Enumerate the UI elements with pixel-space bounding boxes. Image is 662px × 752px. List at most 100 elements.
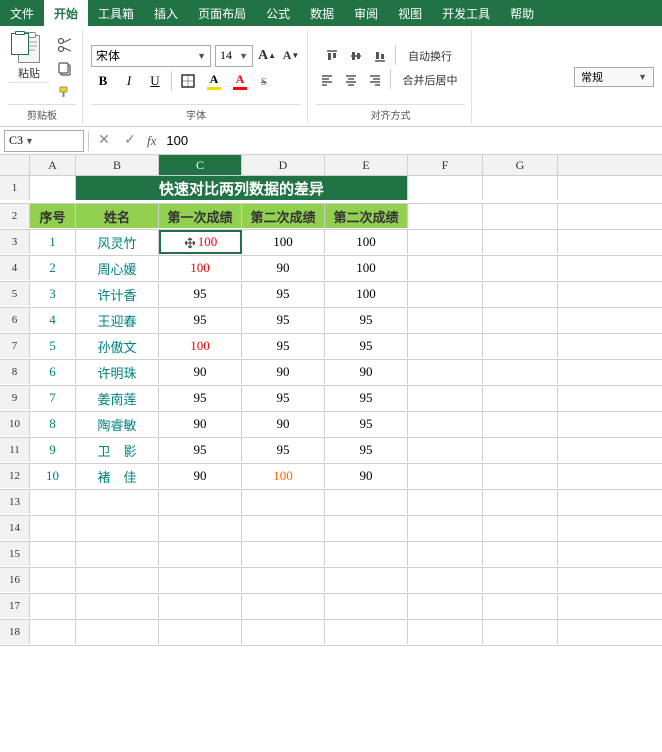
cell-f13[interactable]	[408, 490, 483, 514]
cell-f12[interactable]	[408, 464, 483, 488]
cell-a7[interactable]: 5	[30, 334, 76, 358]
align-bottom-button[interactable]	[369, 45, 391, 67]
cell-f7[interactable]	[408, 334, 483, 358]
row-num-7[interactable]: 7	[0, 334, 30, 358]
align-middle-button[interactable]	[345, 45, 367, 67]
cell-d13[interactable]	[242, 490, 325, 514]
cell-g3[interactable]	[483, 230, 558, 254]
cell-e7[interactable]: 95	[325, 334, 408, 358]
cell-g7[interactable]	[483, 334, 558, 358]
confirm-formula-button[interactable]: ✓	[119, 130, 141, 152]
font-color-button[interactable]: A	[228, 70, 252, 92]
row-num-1[interactable]: 1	[0, 176, 30, 200]
cell-c10[interactable]: 90	[159, 412, 242, 436]
col-header-e[interactable]: E	[325, 155, 408, 175]
row-num-8[interactable]: 8	[0, 360, 30, 384]
row-num-5[interactable]: 5	[0, 282, 30, 306]
cell-a9[interactable]: 7	[30, 386, 76, 410]
align-left-button[interactable]	[316, 69, 338, 91]
cell-b12[interactable]: 褚 佳	[76, 464, 159, 488]
col-header-d[interactable]: D	[242, 155, 325, 175]
cell-c4[interactable]: 100	[159, 256, 242, 280]
cell-reference-box[interactable]: C3 ▼	[4, 130, 84, 152]
tab-file[interactable]: 文件	[0, 0, 44, 26]
format-dropdown[interactable]: 常规 ▼	[574, 67, 654, 87]
cell-f3[interactable]	[408, 230, 483, 254]
cell-a6[interactable]: 4	[30, 308, 76, 332]
cell-f1[interactable]	[408, 176, 483, 200]
cell-g1[interactable]	[483, 176, 558, 200]
cell-d10[interactable]: 90	[242, 412, 325, 436]
cell-b2[interactable]: 姓名	[76, 204, 159, 228]
row-num-3[interactable]: 3	[0, 230, 30, 254]
cell-g11[interactable]	[483, 438, 558, 462]
cell-g8[interactable]	[483, 360, 558, 384]
row-num-15[interactable]: 15	[0, 542, 30, 566]
cell-d7[interactable]: 95	[242, 334, 325, 358]
cell-b8[interactable]: 许明珠	[76, 360, 159, 384]
cell-e12[interactable]: 90	[325, 464, 408, 488]
cell-g12[interactable]	[483, 464, 558, 488]
cell-c8[interactable]: 90	[159, 360, 242, 384]
cell-c12[interactable]: 90	[159, 464, 242, 488]
cell-c2[interactable]: 第一次成绩	[159, 204, 242, 228]
font-name-selector[interactable]: 宋体 ▼	[91, 45, 211, 67]
cell-c13[interactable]	[159, 490, 242, 514]
cell-e11[interactable]: 95	[325, 438, 408, 462]
row-num-6[interactable]: 6	[0, 308, 30, 332]
tab-layout[interactable]: 页面布局	[188, 0, 256, 26]
bold-button[interactable]: B	[91, 70, 115, 92]
border-button[interactable]	[176, 70, 200, 92]
cell-a10[interactable]: 8	[30, 412, 76, 436]
cell-e9[interactable]: 95	[325, 386, 408, 410]
cancel-formula-button[interactable]: ✕	[93, 130, 115, 152]
cell-f9[interactable]	[408, 386, 483, 410]
decrease-font-button[interactable]: A▼	[281, 46, 301, 66]
cell-e5[interactable]: 100	[325, 282, 408, 306]
row-num-4[interactable]: 4	[0, 256, 30, 280]
row-num-12[interactable]: 12	[0, 464, 30, 488]
cell-d9[interactable]: 95	[242, 386, 325, 410]
cell-b6[interactable]: 王迎春	[76, 308, 159, 332]
cut-button[interactable]	[54, 34, 76, 56]
col-header-c[interactable]: C	[159, 155, 242, 175]
col-header-a[interactable]: A	[30, 155, 76, 175]
tab-home[interactable]: 开始	[44, 0, 88, 26]
formula-input[interactable]	[162, 130, 658, 152]
cell-f10[interactable]	[408, 412, 483, 436]
cell-d2[interactable]: 第二次成绩	[242, 204, 325, 228]
merge-cells-button[interactable]: 合并后居中	[395, 69, 465, 91]
cell-e8[interactable]: 90	[325, 360, 408, 384]
underline-button[interactable]: U	[143, 70, 167, 92]
tab-view[interactable]: 视图	[388, 0, 432, 26]
cell-a12[interactable]: 10	[30, 464, 76, 488]
cell-a4[interactable]: 2	[30, 256, 76, 280]
tab-data[interactable]: 数据	[300, 0, 344, 26]
cell-b7[interactable]: 孙傲文	[76, 334, 159, 358]
cell-e2[interactable]: 第二次成绩	[325, 204, 408, 228]
cell-a1[interactable]	[30, 176, 76, 200]
cell-c11[interactable]: 95	[159, 438, 242, 462]
cell-a13[interactable]	[30, 490, 76, 514]
cell-d8[interactable]: 90	[242, 360, 325, 384]
row-num-2[interactable]: 2	[0, 204, 30, 228]
format-painter-button[interactable]	[54, 82, 76, 104]
cell-a8[interactable]: 6	[30, 360, 76, 384]
cell-d6[interactable]: 95	[242, 308, 325, 332]
cell-e10[interactable]: 95	[325, 412, 408, 436]
cell-e13[interactable]	[325, 490, 408, 514]
cell-d11[interactable]: 95	[242, 438, 325, 462]
cell-e4[interactable]: 100	[325, 256, 408, 280]
cell-g4[interactable]	[483, 256, 558, 280]
cell-b5[interactable]: 许计香	[76, 282, 159, 306]
tab-review[interactable]: 审阅	[344, 0, 388, 26]
cell-a11[interactable]: 9	[30, 438, 76, 462]
cell-c9[interactable]: 95	[159, 386, 242, 410]
cell-e3[interactable]: 100	[325, 230, 408, 254]
row-num-14[interactable]: 14	[0, 516, 30, 540]
cell-b10[interactable]: 陶睿敏	[76, 412, 159, 436]
cell-d4[interactable]: 90	[242, 256, 325, 280]
cell-b11[interactable]: 卫 影	[76, 438, 159, 462]
strikethrough-button[interactable]: S	[254, 70, 278, 92]
cell-e6[interactable]: 95	[325, 308, 408, 332]
